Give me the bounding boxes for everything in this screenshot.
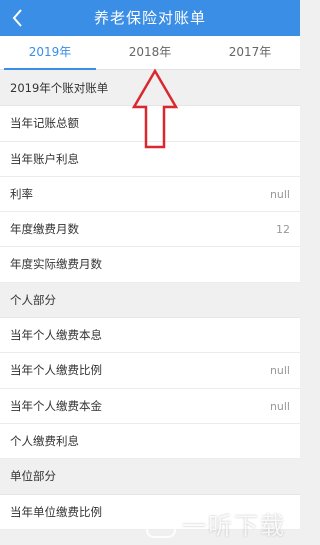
tab-2019[interactable]: 2019年 [0, 36, 100, 69]
list-item[interactable]: 当年个人缴费本金 null [0, 388, 300, 424]
section-header-personal: 个人部分 [0, 282, 300, 319]
row-value: null [269, 399, 290, 413]
row-value: null [269, 187, 290, 201]
list-item[interactable]: 年度实际缴费月数 [0, 247, 300, 283]
tab-2018[interactable]: 2018年 [100, 36, 200, 69]
row-label: 当年个人缴费本息 [10, 328, 102, 343]
year-tabs: 2019年 2018年 2017年 [0, 36, 300, 70]
tab-2017[interactable]: 2017年 [200, 36, 300, 69]
page-title: 养老保险对账单 [93, 9, 206, 27]
row-label: 年度缴费月数 [10, 222, 79, 237]
row-value: null [269, 364, 290, 378]
row-label: 当年账户利息 [10, 151, 79, 166]
list-item[interactable]: 年度缴费月数 12 [0, 212, 300, 248]
watermark-logo-icon [146, 508, 176, 538]
row-value: 12 [276, 223, 290, 237]
row-label: 个人缴费利息 [10, 433, 79, 448]
row-label: 年度实际缴费月数 [10, 257, 102, 272]
row-label: 个人部分 [10, 292, 56, 307]
watermark: 一听下载 [140, 500, 300, 545]
list-item[interactable]: 当年个人缴费本息 [0, 318, 300, 354]
row-label: 利率 [10, 186, 33, 201]
row-label: 当年记账总额 [10, 116, 79, 131]
active-tab-indicator [4, 68, 96, 70]
row-label: 单位部分 [10, 469, 56, 484]
red-up-arrow-icon [131, 68, 179, 149]
list-item[interactable]: 利率 null [0, 176, 300, 213]
row-label: 当年单位缴费比例 [10, 504, 102, 519]
row-label: 2019年个账对账单 [10, 81, 109, 95]
row-label: 当年个人缴费比例 [10, 363, 102, 378]
list-item[interactable]: 当年个人缴费比例 null [0, 353, 300, 389]
watermark-text: 一听下载 [182, 512, 286, 540]
row-label: 当年个人缴费本金 [10, 398, 102, 413]
list-item[interactable]: 个人缴费利息 [0, 423, 300, 460]
section-header-employer: 单位部分 [0, 459, 300, 495]
top-bar: 养老保险对账单 [0, 0, 300, 36]
